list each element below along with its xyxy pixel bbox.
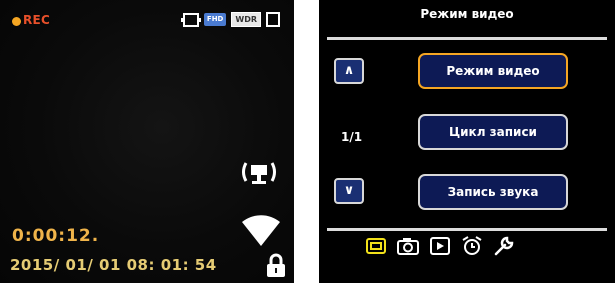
menu-option-video-mode[interactable]: Режим видео	[418, 53, 568, 89]
rec-label: REC	[23, 13, 51, 27]
elapsed-time: 0:00:12.	[12, 226, 100, 246]
rec-indicator-dot	[12, 17, 21, 26]
sd-card-icon	[266, 12, 280, 27]
menu-title: Режим видео	[420, 7, 514, 21]
page-indicator: 1/1	[341, 130, 363, 144]
playback-tab-icon[interactable]	[429, 235, 451, 257]
bottom-divider	[327, 228, 607, 231]
menu-tab-bar	[365, 235, 515, 257]
menu-option-loop-recording[interactable]: Цикл записи	[418, 114, 568, 150]
top-divider	[327, 37, 607, 40]
menu-option-audio-recording[interactable]: Запись звука	[418, 174, 568, 210]
status-icons: FHD WDR	[180, 12, 280, 27]
menu-screen: Режим видео ∧ 1/1 ∨ Режим видео Цикл зап…	[319, 0, 615, 283]
camera-tab-icon[interactable]	[397, 235, 419, 257]
wifi-icon	[242, 215, 280, 246]
wdr-icon: WDR	[231, 12, 261, 27]
video-tab-icon[interactable]	[365, 235, 387, 257]
settings-wrench-icon[interactable]	[493, 235, 515, 257]
signal-icon	[242, 162, 276, 184]
date-time-stamp: 2015/ 01/ 01 08: 01: 54	[10, 256, 217, 274]
fhd-icon: FHD	[203, 13, 227, 26]
page-down-button[interactable]: ∨	[334, 178, 364, 204]
lock-icon	[267, 253, 285, 277]
page-up-button[interactable]: ∧	[334, 58, 364, 84]
live-view-screen: REC FHD WDR 0:00:12. 2015/ 01/ 01 08: 01…	[0, 0, 294, 283]
video-mode-icon	[180, 12, 201, 27]
time-tab-icon[interactable]	[461, 235, 483, 257]
